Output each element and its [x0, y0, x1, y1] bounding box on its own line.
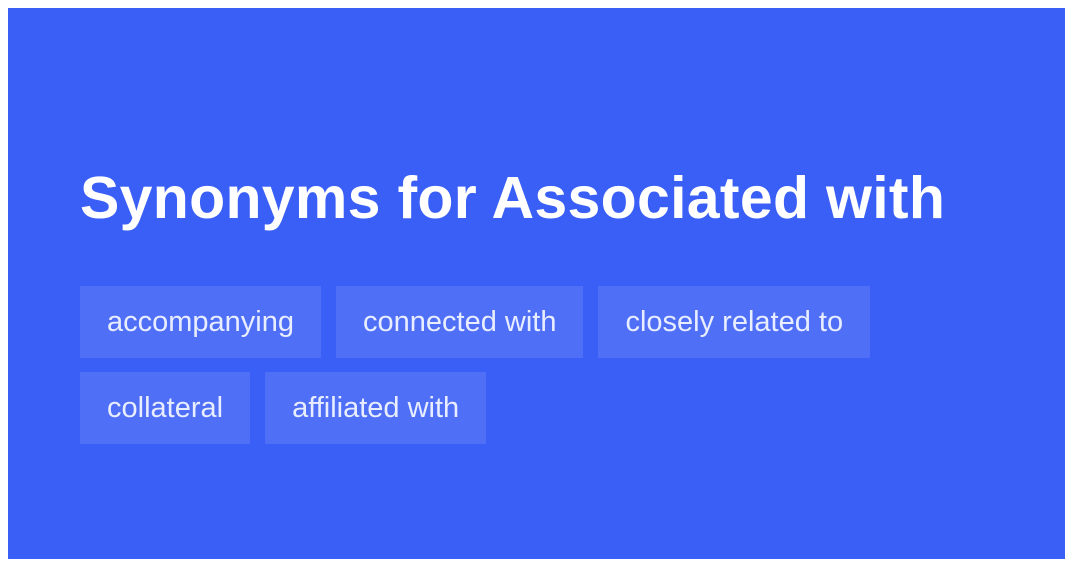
synonyms-card: Synonyms for Associated with accompanyin… [8, 8, 1065, 559]
synonym-list: accompanying connected with closely rela… [80, 286, 980, 444]
page-title: Synonyms for Associated with [80, 165, 946, 231]
synonym-chip-connected-with[interactable]: connected with [336, 286, 584, 358]
synonym-chip-affiliated-with[interactable]: affiliated with [265, 372, 487, 444]
synonym-chip-closely-related-to[interactable]: closely related to [598, 286, 871, 358]
synonym-chip-collateral[interactable]: collateral [80, 372, 251, 444]
synonym-chip-accompanying[interactable]: accompanying [80, 286, 321, 358]
